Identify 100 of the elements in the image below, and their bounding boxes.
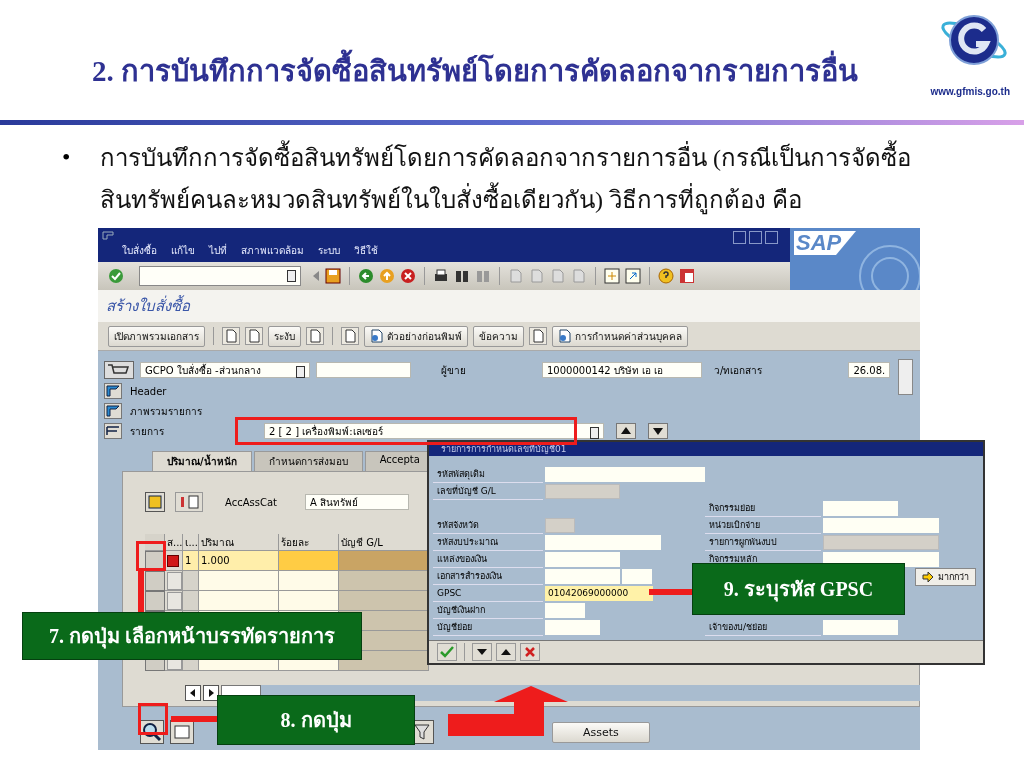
tab[interactable]: ปริมาณ/น้ำหนัก: [152, 451, 252, 471]
document-type-field[interactable]: GCPO ใบสั่งซื้อ -ส่วนกลาง: [140, 362, 310, 378]
table-cell: [279, 591, 339, 611]
highlight-frame: [136, 541, 166, 571]
item-select-field[interactable]: 2 [ 2 ] เครื่องพิมพ์:เลเซอร์: [264, 423, 604, 439]
print-icon[interactable]: [433, 268, 449, 284]
expand-icon[interactable]: [104, 403, 122, 419]
field-label: รหัสพัสดุเดิม: [433, 466, 543, 483]
scrollbar[interactable]: [898, 359, 914, 395]
field-label: GPSC: [433, 585, 543, 602]
vendor-label: ผู้ขาย: [441, 363, 466, 378]
section-label: ภาพรวมรายการ: [130, 404, 203, 419]
menu-item[interactable]: วิธีใช้: [354, 243, 378, 258]
field-label: เจ้าของบ/ชย่อย: [705, 619, 821, 636]
input-field[interactable]: [823, 518, 939, 533]
field-label: รหัสงบประมาณ: [433, 534, 543, 551]
input-field[interactable]: [316, 362, 411, 378]
screen-title: สร้างใบสั่งซื้อ: [106, 294, 190, 317]
logo-text: SAP: [796, 230, 842, 256]
field-label: บัญชีเงินฝาก: [433, 602, 543, 619]
minimize-icon[interactable]: [733, 231, 746, 244]
toolbar-button[interactable]: การกำหนดค่าส่วนบุคคล: [552, 325, 688, 347]
input-field[interactable]: [545, 620, 600, 635]
info-icon[interactable]: [175, 492, 203, 512]
document-icon[interactable]: [529, 327, 547, 345]
input-field[interactable]: [823, 620, 898, 635]
menu-item[interactable]: ไปที่: [209, 243, 227, 258]
document-icon[interactable]: [222, 327, 240, 345]
command-field[interactable]: [139, 266, 301, 286]
menu-item[interactable]: ใบสั่งซื้อ: [122, 243, 157, 258]
exit-icon[interactable]: [379, 268, 395, 284]
input-field[interactable]: [545, 467, 705, 482]
toolbar-button[interactable]: เปิดภาพรวมเอกสาร: [108, 325, 205, 347]
input-field[interactable]: [545, 552, 620, 567]
menu-item[interactable]: สภาพแวดล้อม: [241, 243, 304, 258]
new-session-icon[interactable]: [604, 268, 620, 284]
input-field[interactable]: [545, 603, 585, 618]
status-button[interactable]: [167, 591, 182, 610]
input-field[interactable]: 01042069000000: [545, 586, 653, 601]
field-label: หน่วยเบิกจ่าย: [705, 517, 821, 534]
maximize-icon[interactable]: [749, 231, 762, 244]
vendor-field[interactable]: 1000000142 บริษัท เอ เอ: [542, 362, 702, 378]
check-icon[interactable]: [437, 643, 457, 661]
bullet-marker: •: [62, 143, 72, 172]
status-button[interactable]: [167, 571, 182, 590]
cart-icon[interactable]: [104, 361, 134, 379]
slide-title: 2. การบันทึกการจัดซื้อสินทรัพย์โดยการคัดลอกจากรายการอื่น: [92, 10, 858, 106]
callout-tooltip: 7. กดปุ่ม เลือกหน้าบรรทัดรายการ: [22, 612, 362, 660]
find-icon[interactable]: [454, 268, 470, 284]
input-field[interactable]: [545, 569, 620, 584]
section-label: Header: [130, 385, 168, 397]
tab[interactable]: กำหนดการส่งมอบ: [253, 451, 363, 471]
table-cell: [279, 551, 339, 571]
website-url: www.gfmis.go.th: [930, 86, 1010, 97]
sap-logo-icon: [790, 228, 920, 290]
details-icon[interactable]: [145, 492, 165, 512]
table-icon[interactable]: [170, 720, 194, 744]
arrow-icon: [922, 571, 934, 582]
shortcut-icon[interactable]: [625, 268, 641, 284]
field-label: รายการผูกพันงบป: [705, 534, 821, 551]
document-icon[interactable]: [245, 327, 263, 345]
toolbar-button[interactable]: ข้อความ: [473, 325, 524, 347]
scroll-left-icon[interactable]: [185, 685, 201, 701]
more-button[interactable]: มากกว่า: [915, 567, 976, 586]
help-icon[interactable]: [658, 268, 674, 284]
callout-tooltip: 9. ระบุรหัส GPSC: [692, 563, 905, 615]
menu-item[interactable]: ระบบ: [318, 243, 340, 258]
layout-icon[interactable]: [679, 268, 695, 284]
input-field[interactable]: [545, 535, 661, 550]
document-icon[interactable]: [341, 327, 359, 345]
document-date-field[interactable]: 26.08.: [848, 362, 891, 378]
toolbar-button[interactable]: ตัวอย่างก่อนพิมพ์: [364, 325, 468, 347]
table-cell: 1.000: [199, 551, 279, 571]
document-icon: [558, 329, 572, 343]
document-icon[interactable]: [306, 327, 324, 345]
dialog-title: รายการการกำหนดเลขที่บัญชี01: [429, 442, 983, 456]
close-icon[interactable]: [765, 231, 778, 244]
assets-button[interactable]: Assets: [552, 721, 650, 743]
field-label: รหัสจังหวัด: [433, 517, 543, 534]
account-assignment-label: AccAssCat: [225, 496, 278, 508]
find-next-icon[interactable]: [475, 268, 491, 284]
back-icon[interactable]: [358, 268, 374, 284]
field-label: กิจกรรมย่อย: [705, 500, 821, 517]
account-assignment-field[interactable]: A สินทรัพย์: [305, 494, 409, 510]
expand-icon[interactable]: [104, 383, 122, 399]
close-icon[interactable]: [520, 643, 540, 661]
input-field[interactable]: [622, 569, 652, 584]
save-icon[interactable]: [325, 268, 341, 284]
left-triangle-icon[interactable]: [312, 270, 320, 282]
dropdown-icon[interactable]: [287, 270, 296, 282]
cancel-icon[interactable]: [400, 268, 416, 284]
toolbar-button[interactable]: ระงับ: [268, 325, 301, 347]
menu-item[interactable]: แก้ไข: [171, 243, 195, 258]
scroll-right-icon[interactable]: [203, 685, 219, 701]
window-menu-icon: [102, 231, 114, 240]
table-cell: 1: [183, 551, 199, 571]
input-field[interactable]: [823, 501, 898, 516]
section-label: รายการ: [130, 424, 165, 439]
collapse-icon[interactable]: [104, 423, 122, 439]
enter-check-icon[interactable]: [108, 268, 124, 284]
